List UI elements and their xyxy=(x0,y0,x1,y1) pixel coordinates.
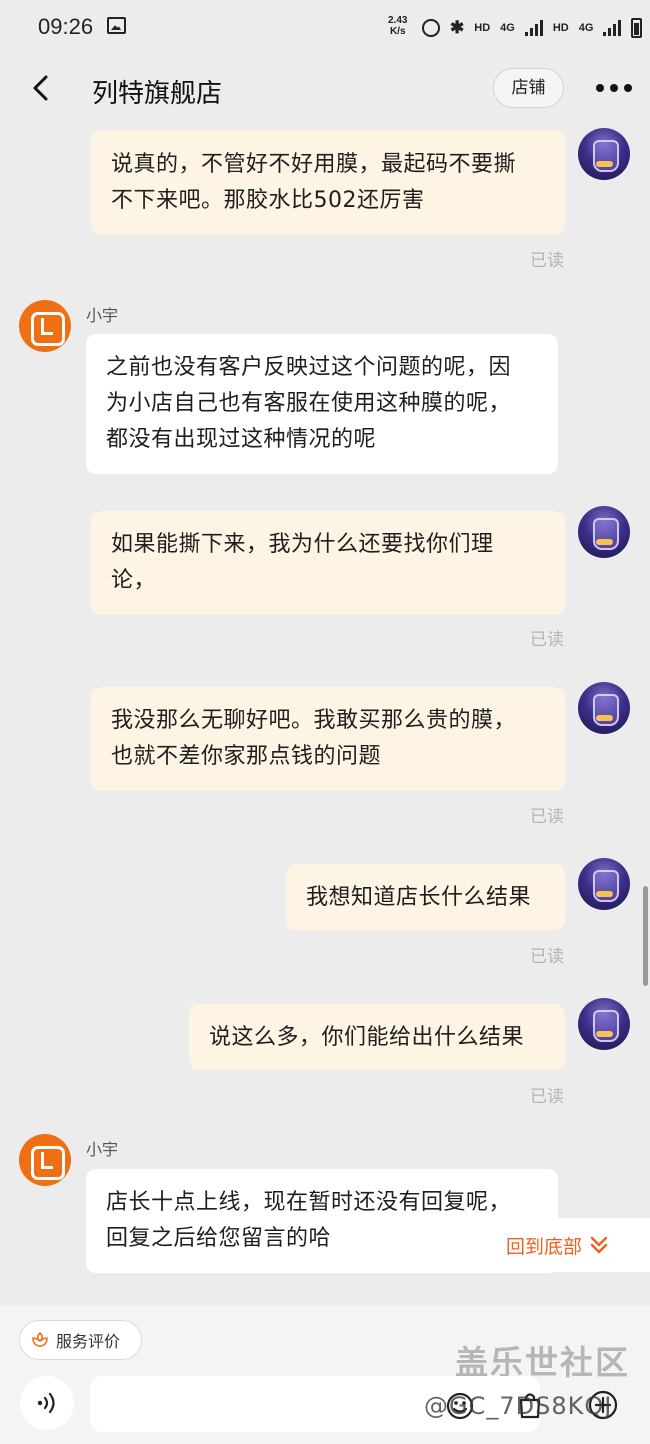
network-type-label: 4G xyxy=(500,22,515,34)
message-text: 不下来吧。那胶水比502还厉害 xyxy=(111,188,425,213)
store-title: 列特旗舰店 xyxy=(92,79,223,109)
voice-icon xyxy=(37,1392,55,1414)
message-bubble-received[interactable]: 之前也没有客户反映过这个问题的呢，因 为小店自己也有客服在使用这种膜的呢， 都没… xyxy=(86,334,558,474)
chat-header: 列特旗舰店 店铺 xyxy=(0,56,650,126)
network-type-label-2: 4G xyxy=(578,22,594,34)
shop-avatar[interactable] xyxy=(19,1134,71,1186)
message-text: 之前也没有客户反映过这个问题的呢，因 xyxy=(106,355,512,380)
message-text: 说真的，不管好不好用膜，最起码不要撕 xyxy=(111,152,517,177)
bluetooth-icon: ✱ xyxy=(450,18,465,37)
signal-icon-2 xyxy=(603,20,622,36)
network-speed-unit: K/s xyxy=(389,26,406,37)
message-list[interactable]: 说真的，不管好不好用膜，最起码不要撕 不下来吧。那胶水比502还厉害 已读 小宇… xyxy=(0,126,650,1306)
message-text: 说这么多，你们能给出什么结果 xyxy=(209,1025,525,1050)
sender-name: 小宇 xyxy=(86,1140,119,1159)
sender-name: 小宇 xyxy=(86,306,119,325)
network-speed-value: 2.43 xyxy=(388,15,408,26)
battery-icon xyxy=(631,18,643,38)
flower-icon xyxy=(32,1332,48,1347)
message-bubble-sent[interactable]: 说真的，不管好不好用膜，最起码不要撕 不下来吧。那胶水比502还厉害 xyxy=(91,130,565,235)
watermark-user: @GC_7DS8KQJ xyxy=(424,1392,613,1420)
service-rating-button[interactable]: 服务评价 xyxy=(19,1320,142,1360)
back-arrow-icon[interactable] xyxy=(26,72,58,104)
shop-avatar[interactable] xyxy=(19,300,71,352)
voice-input-button[interactable] xyxy=(20,1376,74,1430)
gallery-notification-icon xyxy=(107,17,126,34)
user-avatar[interactable] xyxy=(578,682,630,734)
message-text: 都没有出现过这种情况的呢 xyxy=(106,427,377,452)
input-bar: 服务评价 盖乐世社区 @GC_7DS8KQJ xyxy=(0,1306,650,1444)
signal-icon xyxy=(524,20,543,36)
service-rating-label: 服务评价 xyxy=(56,1332,121,1351)
message-text: 也就不差你家那点钱的问题 xyxy=(111,744,382,769)
user-avatar[interactable] xyxy=(578,998,630,1050)
status-time: 09:26 xyxy=(38,14,94,39)
message-bubble-sent[interactable]: 说这么多，你们能给出什么结果 xyxy=(189,1004,565,1070)
status-bar: 09:26 2.43 K/s ✱ HD 4G HD 4G xyxy=(0,0,650,56)
jump-to-bottom-label: 回到底部 xyxy=(506,1235,583,1258)
user-avatar[interactable] xyxy=(578,506,630,558)
message-text: 为小店自己也有客服在使用这种膜的呢， xyxy=(106,391,512,416)
message-text: 我没那么无聊好吧。我敢买那么贵的膜， xyxy=(111,708,517,733)
network-speed: 2.43 K/s xyxy=(388,15,407,37)
message-text: 店长十点上线，现在暂时还没有回复呢， xyxy=(106,1190,512,1215)
read-status: 已读 xyxy=(530,807,564,827)
message-text: 论， xyxy=(111,568,157,593)
jump-to-bottom-button[interactable]: 回到底部 xyxy=(472,1218,650,1272)
read-status: 已读 xyxy=(530,947,564,967)
read-status: 已读 xyxy=(530,630,564,650)
shop-button[interactable]: 店铺 xyxy=(493,68,564,108)
scrollbar[interactable] xyxy=(643,886,648,986)
read-status: 已读 xyxy=(530,1087,564,1107)
user-avatar[interactable] xyxy=(578,128,630,180)
hd-label: HD xyxy=(474,22,491,34)
message-bubble-sent[interactable]: 我想知道店长什么结果 xyxy=(286,864,565,930)
more-options-icon[interactable] xyxy=(596,84,636,94)
user-avatar[interactable] xyxy=(578,858,630,910)
double-chevron-down-icon xyxy=(590,1236,608,1254)
status-icons: ✱ HD 4G HD 4G xyxy=(422,16,643,40)
message-text: 如果能撕下来，我为什么还要找你们理 xyxy=(111,532,494,557)
hd-label-2: HD xyxy=(552,22,569,34)
alarm-icon xyxy=(422,19,440,37)
message-text: 我想知道店长什么结果 xyxy=(306,885,532,910)
read-status: 已读 xyxy=(530,251,564,271)
message-bubble-sent[interactable]: 如果能撕下来，我为什么还要找你们理 论， xyxy=(91,511,565,615)
message-bubble-sent[interactable]: 我没那么无聊好吧。我敢买那么贵的膜， 也就不差你家那点钱的问题 xyxy=(91,687,565,791)
